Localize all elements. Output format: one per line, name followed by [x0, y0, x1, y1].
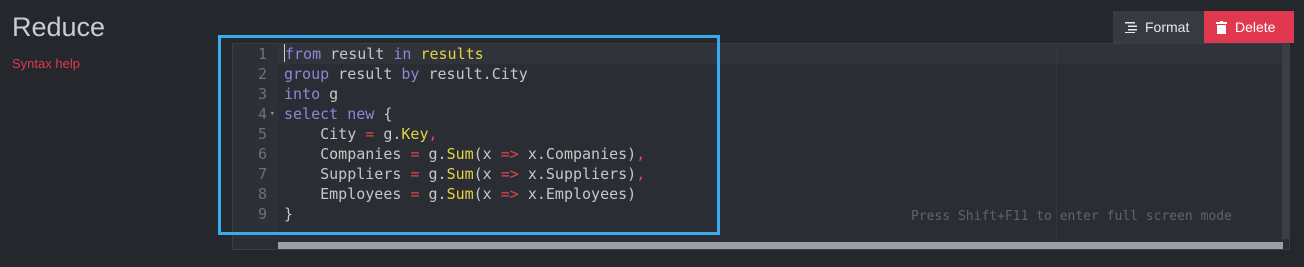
code-line: into g	[284, 85, 339, 103]
line-number: 2	[257, 65, 267, 83]
line-number: 3	[257, 85, 267, 103]
syntax-help-link[interactable]: Syntax help	[12, 56, 80, 71]
delete-button-label: Delete	[1235, 19, 1276, 35]
vertical-scrollbar[interactable]	[1282, 44, 1289, 239]
fullscreen-hint: Press Shift+F11 to enter full screen mod…	[911, 209, 1232, 224]
toolbar: Format Delete	[1113, 11, 1294, 43]
format-button[interactable]: Format	[1113, 11, 1204, 43]
line-number: 5	[257, 125, 267, 143]
line-number: 1	[257, 45, 267, 63]
code-line: Employees = g.Sum(x => x.Employees)	[284, 185, 637, 203]
format-icon	[1125, 21, 1137, 33]
line-number: 9	[257, 205, 267, 223]
code-line: from result in results	[284, 44, 484, 63]
line-number: 7	[257, 165, 267, 183]
code-line: Companies = g.Sum(x => x.Companies),	[284, 145, 646, 163]
code-line: select new {	[284, 105, 393, 123]
line-numbers: 1 2 3 4 ▾ 5 6 7 8 9	[233, 44, 275, 224]
trash-icon	[1216, 20, 1227, 34]
code-line: Suppliers = g.Sum(x => x.Suppliers),	[284, 165, 646, 183]
page-title: Reduce	[12, 12, 106, 42]
line-number: 4	[257, 105, 267, 123]
line-number: 8	[257, 185, 267, 203]
line-number: 6	[257, 145, 267, 163]
delete-button[interactable]: Delete	[1204, 11, 1294, 43]
fold-arrow-icon[interactable]: ▾	[270, 104, 275, 124]
code-content[interactable]: from result in results group result by re…	[284, 44, 645, 224]
code-line: City = g.Key,	[284, 125, 438, 143]
format-button-label: Format	[1145, 19, 1190, 35]
code-line: }	[284, 205, 294, 223]
horizontal-scrollbar[interactable]	[278, 242, 1283, 249]
code-line: group result by result.City	[284, 65, 528, 83]
